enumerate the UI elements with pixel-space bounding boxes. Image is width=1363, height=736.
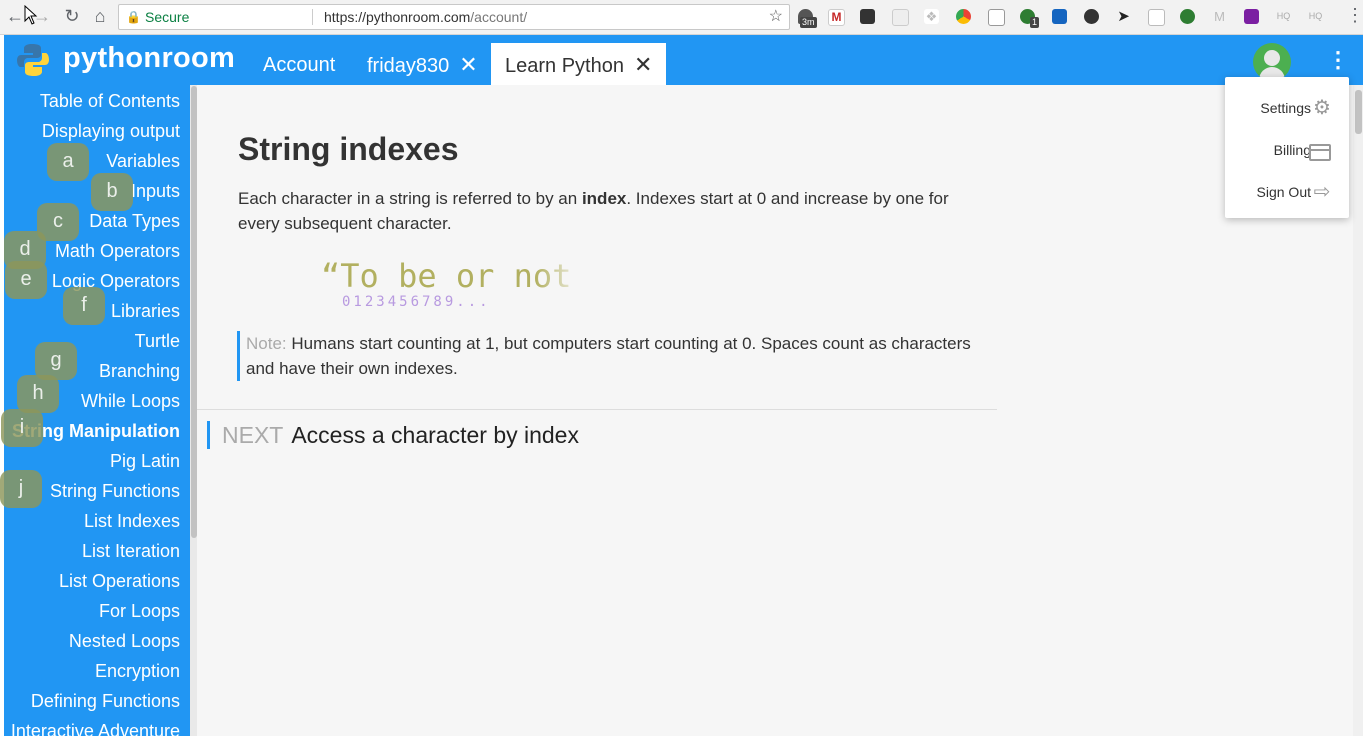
url-text: https://pythonroom.com/account/ xyxy=(324,5,527,29)
browser-toolbar: ← → ↻ ⌂ 🔒 Secure https://pythonroom.com/… xyxy=(0,0,1363,35)
close-icon[interactable]: ✕ xyxy=(459,52,477,77)
dropdown-item-billing[interactable]: Billing xyxy=(1225,129,1349,171)
lock-icon: 🔒 xyxy=(126,10,141,24)
hint-bubble-h[interactable]: h xyxy=(17,375,59,413)
app-menu-icon[interactable]: ⋮ xyxy=(1327,47,1349,73)
secure-label: Secure xyxy=(145,9,190,25)
reload-icon[interactable]: ↻ xyxy=(61,5,83,27)
app-name[interactable]: pythonroom xyxy=(63,42,235,75)
extension-g-icon[interactable] xyxy=(1148,9,1165,26)
next-label: NEXT xyxy=(222,422,284,448)
note-label: Note: xyxy=(246,334,287,353)
sidebar-item-while-loops[interactable]: While Loops xyxy=(81,391,180,412)
home-icon[interactable]: ⌂ xyxy=(89,5,111,27)
extension-grammarly-icon[interactable] xyxy=(1180,9,1195,24)
paragraph-bold-term: index xyxy=(581,189,627,208)
sidebar-item-pig-latin[interactable]: Pig Latin xyxy=(110,451,180,472)
url-path: /account/ xyxy=(470,9,528,25)
extension-green-badge: 1 xyxy=(1030,17,1040,28)
extension-gmail-icon[interactable]: M xyxy=(828,9,845,26)
hint-bubble-e[interactable]: e xyxy=(5,261,47,299)
dropdown-label: Sign Out xyxy=(1256,184,1311,200)
dropdown-label: Settings xyxy=(1260,100,1311,116)
lesson-paragraph: Each character in a string is referred t… xyxy=(238,186,968,236)
hint-bubble-i[interactable]: i xyxy=(1,409,43,447)
page-title: String indexes xyxy=(238,131,459,167)
hint-bubble-f[interactable]: f xyxy=(63,287,105,325)
tab-label: Learn Python xyxy=(505,55,624,77)
content-divider xyxy=(197,409,997,410)
browser-menu-icon[interactable]: ⋮ xyxy=(1346,5,1363,26)
extension-timer-badge: 3m xyxy=(800,17,817,28)
content-scrollbar[interactable] xyxy=(1353,85,1363,736)
python-logo-icon xyxy=(17,44,49,76)
sidebar-item-list-indexes[interactable]: List Indexes xyxy=(84,511,180,532)
lesson-note: Note: Humans start counting at 1, but co… xyxy=(237,331,976,381)
sidebar-item-defining-functions[interactable]: Defining Functions xyxy=(31,691,180,712)
sidebar-item-libraries[interactable]: Libraries xyxy=(111,301,180,322)
sign-out-icon: ⇨ xyxy=(1313,181,1331,203)
address-bar[interactable]: 🔒 Secure https://pythonroom.com/account/… xyxy=(118,4,790,30)
tab-friday830[interactable]: friday830 ✕ xyxy=(367,43,478,85)
paragraph-text: Each character in a string is referred t… xyxy=(238,189,582,208)
extension-onenote-icon[interactable] xyxy=(1244,9,1259,24)
string-example-fade xyxy=(535,257,585,299)
sidebar-item-variables[interactable]: Variables xyxy=(106,151,180,172)
avatar[interactable] xyxy=(1253,43,1291,81)
extension-chrome-icon[interactable] xyxy=(956,9,971,24)
sidebar-item-math-operators[interactable]: Math Operators xyxy=(55,241,180,262)
dropdown-label: Billing xyxy=(1273,142,1311,158)
extension-hq-icon[interactable]: HQ xyxy=(1276,9,1291,24)
back-icon[interactable]: ← xyxy=(4,5,26,27)
close-icon[interactable]: ✕ xyxy=(634,52,652,77)
sidebar-item-encryption[interactable]: Encryption xyxy=(95,661,180,682)
url-host: https://pythonroom.com xyxy=(324,9,471,25)
tab-learn-python[interactable]: Learn Python ✕ xyxy=(491,43,667,85)
extension-window-icon[interactable] xyxy=(988,9,1005,26)
omnibox-divider xyxy=(312,9,313,25)
sidebar-item-for-loops[interactable]: For Loops xyxy=(99,601,180,622)
note-text: Humans start counting at 1, but computer… xyxy=(246,334,971,378)
credit-card-icon xyxy=(1309,144,1331,161)
content-scrollbar-thumb[interactable] xyxy=(1355,90,1362,134)
lesson-content: String indexes Each character in a strin… xyxy=(197,85,1363,736)
sidebar-item-displaying-output[interactable]: Displaying output xyxy=(42,121,180,142)
sidebar-item-table-of-contents[interactable]: Table of Contents xyxy=(40,91,180,112)
extension-hq2-icon[interactable]: HQ xyxy=(1308,9,1323,24)
dropdown-item-sign-out[interactable]: Sign Out ⇨ xyxy=(1225,171,1349,213)
account-dropdown: Settings ⚙ Billing Sign Out ⇨ xyxy=(1225,77,1349,218)
sidebar-item-turtle[interactable]: Turtle xyxy=(135,331,180,352)
bookmark-star-icon[interactable]: ☆ xyxy=(769,5,783,29)
app-header: pythonroom Account friday830 ✕ Learn Pyth… xyxy=(4,35,1363,85)
extension-bookmark-icon[interactable] xyxy=(1052,9,1067,24)
gear-icon: ⚙ xyxy=(1313,97,1331,119)
string-example-indexes: 0123456789... xyxy=(342,294,491,310)
mouse-cursor-icon xyxy=(24,5,38,25)
dropdown-item-settings[interactable]: Settings ⚙ xyxy=(1225,87,1349,129)
hint-bubble-a[interactable]: a xyxy=(47,143,89,181)
tab-label: friday830 xyxy=(367,55,450,77)
sidebar-item-nested-loops[interactable]: Nested Loops xyxy=(69,631,180,652)
sidebar-item-branching[interactable]: Branching xyxy=(99,361,180,382)
sidebar-item-list-iteration[interactable]: List Iteration xyxy=(82,541,180,562)
tab-account[interactable]: Account xyxy=(263,43,335,85)
extension-dropbox-icon[interactable]: ❖ xyxy=(924,9,939,24)
hint-bubble-b[interactable]: b xyxy=(91,173,133,211)
sidebar-item-string-functions[interactable]: String Functions xyxy=(50,481,180,502)
extension-k-icon[interactable] xyxy=(892,9,909,26)
sidebar-item-list-operations[interactable]: List Operations xyxy=(59,571,180,592)
tab-label: Account xyxy=(263,54,336,76)
hint-bubble-j[interactable]: j xyxy=(0,470,42,508)
extension-evernote-icon[interactable] xyxy=(1084,9,1099,24)
sidebar-item-inputs[interactable]: Inputs xyxy=(131,181,180,202)
next-lesson-title: Access a character by index xyxy=(291,422,579,448)
next-lesson-link[interactable]: NEXT Access a character by index xyxy=(207,421,579,449)
extension-dark-icon[interactable] xyxy=(860,9,875,24)
sidebar-item-data-types[interactable]: Data Types xyxy=(89,211,180,232)
sidebar-item-interactive-adventure[interactable]: Interactive Adventure xyxy=(11,721,180,736)
extension-arrow-icon[interactable]: ➤ xyxy=(1116,9,1131,24)
extension-mail-icon[interactable]: M xyxy=(1212,9,1227,24)
avatar-head xyxy=(1264,50,1280,66)
